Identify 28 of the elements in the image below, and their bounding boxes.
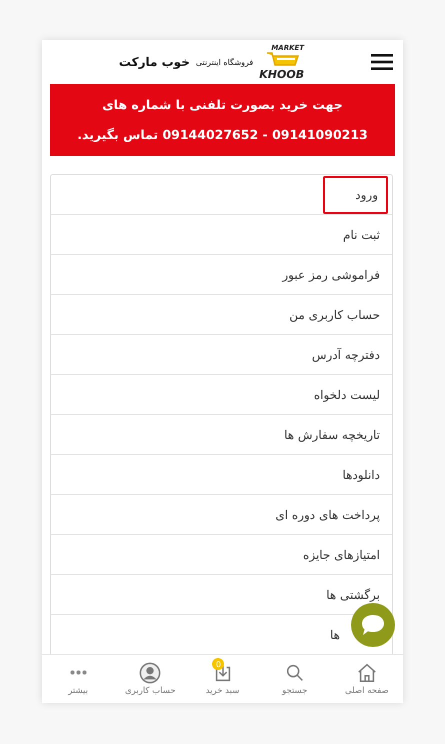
nav-button[interactable]: صفحه اصلی — [330, 655, 403, 703]
phone-order-banner: جهت خرید بصورت تلفنی با شماره های 09141090213 - 09144027652 تماس بگیرید. — [50, 84, 395, 156]
home-icon — [356, 662, 378, 684]
menu-item[interactable]: ثبت نام — [335, 228, 388, 242]
chat-bubble-icon — [360, 613, 386, 637]
menu-item[interactable]: فراموشی رمز عبور — [274, 268, 388, 282]
menu-item[interactable]: پرداخت های دوره ای — [267, 508, 388, 522]
menu-item[interactable]: امتیازهای جایزه — [295, 548, 388, 562]
more-icon — [70, 670, 87, 675]
store-subtitle: فروشگاه اینترنتی — [196, 58, 254, 66]
menu-item[interactable]: دانلودها — [334, 468, 388, 482]
chat-button[interactable] — [351, 603, 395, 647]
store-name: خوب مارکت — [118, 55, 190, 69]
cart-logo-icon — [264, 52, 299, 68]
menu-item[interactable]: برگشتی ها — [318, 588, 388, 602]
nav-button[interactable]: بیشتر — [42, 655, 114, 703]
user-icon — [139, 662, 162, 684]
menu-icon[interactable] — [371, 53, 393, 71]
cart-count-badge: 0 — [212, 658, 224, 670]
menu-item[interactable]: حساب کاربری من — [281, 308, 388, 322]
menu-item[interactable]: تاریخچه سفارش ها — [276, 428, 388, 442]
logo-text: KHOOB — [259, 68, 304, 80]
menu-item[interactable]: ها — [322, 628, 348, 642]
nav-button[interactable]: حساب کاربری — [114, 655, 186, 703]
nav-button[interactable]: جستجو — [258, 655, 331, 703]
menu-item[interactable]: ورود — [323, 176, 388, 214]
menu-item[interactable]: دفترچه آدرس — [304, 348, 388, 362]
menu-item[interactable]: لیست دلخواه — [306, 388, 388, 402]
